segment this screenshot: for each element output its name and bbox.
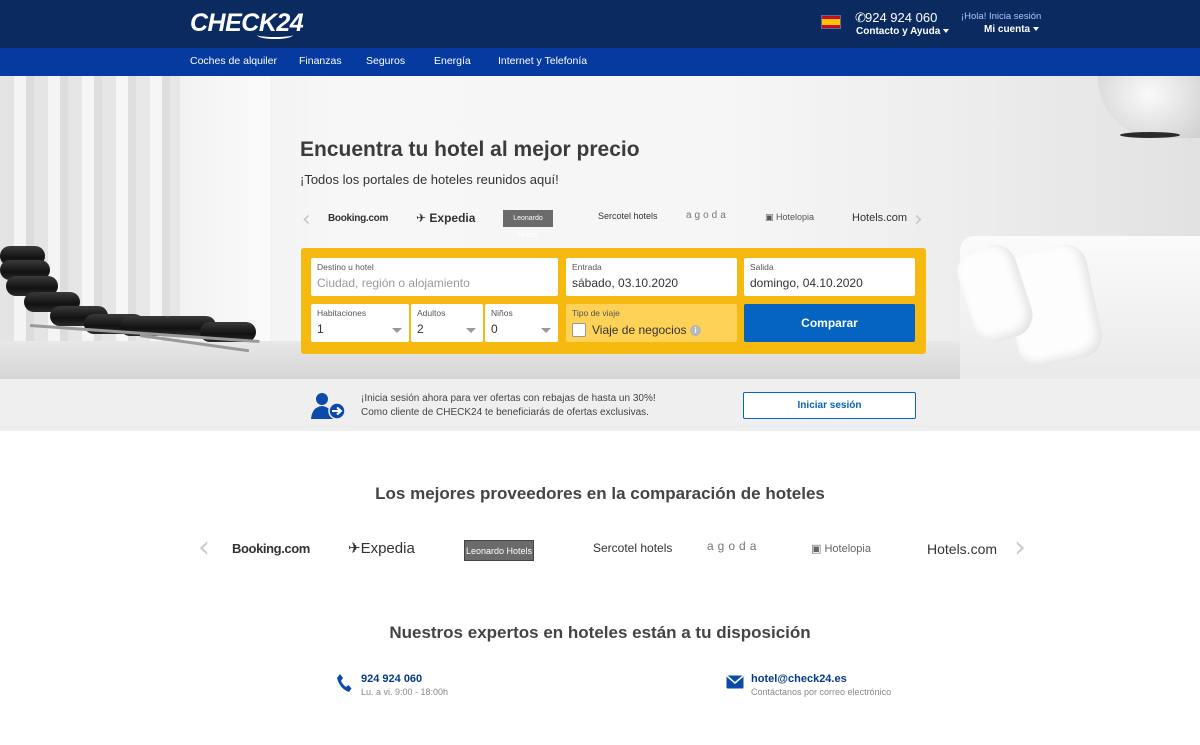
login-promo-bar: ¡Inicia sesión ahora para ver ofertas co… — [0, 379, 1200, 431]
login-button[interactable]: Iniciar sesión — [743, 392, 916, 419]
brand-sercotel: Sercotel hotels — [598, 211, 658, 221]
top-header: CHECK24 ✆924 924 060 Contacto y Ayuda ¡H… — [0, 0, 1200, 48]
destination-input[interactable]: Ciudad, región o alojamiento — [317, 276, 470, 290]
main-nav: Coches de alquiler Finanzas Seguros Ener… — [0, 48, 1200, 76]
header-phone[interactable]: ✆924 924 060 — [855, 10, 937, 26]
contact-help-menu[interactable]: Contacto y Ayuda — [856, 26, 950, 37]
rooms-label: Habitaciones — [317, 308, 367, 318]
header-phone-number: 924 924 060 — [865, 10, 938, 25]
experts-title: Nuestros expertos en hoteles están a tu … — [389, 623, 811, 642]
provider-hotels-com: Hotels.com — [927, 541, 998, 557]
hotelopia-icon: ▣ — [765, 212, 774, 222]
my-account-label: Mi cuenta — [984, 24, 1031, 35]
brand-booking: Booking.com — [328, 213, 389, 224]
logo-swoosh — [257, 31, 293, 39]
brand-hotelopia-label: Hotelopia — [776, 212, 815, 222]
spain-flag-icon[interactable] — [821, 15, 841, 29]
provider-hotelopia: ▣ Hotelopia — [811, 542, 871, 555]
hotel-search-panel: Destino u hotel Ciudad, región o alojami… — [301, 248, 926, 354]
chevron-left-icon[interactable]: ‹ — [302, 207, 311, 232]
email-icon — [726, 675, 744, 689]
business-trip-label[interactable]: Viaje de negocios — [592, 323, 687, 337]
destination-field[interactable]: Destino u hotel Ciudad, región o alojami… — [311, 258, 558, 296]
checkin-date-field[interactable]: Entrada sábado, 03.10.2020 — [566, 258, 737, 296]
provider-sercotel: Sercotel hotels — [593, 541, 673, 555]
nav-item-internet-phone[interactable]: Internet y Telefonía — [498, 55, 587, 67]
expert-phone-number[interactable]: 924 924 060 — [361, 673, 521, 685]
expert-email-sub: Contáctanos por correo electrónico — [751, 687, 892, 697]
provider-leonardo: Leonardo Hotels — [464, 540, 534, 561]
chevron-down-icon — [541, 328, 551, 333]
hero-section: Encuentra tu hotel al mejor precio ¡Todo… — [0, 76, 1200, 379]
adults-select[interactable]: Adultos 2 — [411, 304, 483, 342]
expedia-plane-icon: ✈ — [416, 211, 427, 225]
chevron-down-icon — [1033, 27, 1040, 32]
login-greeting-link[interactable]: ¡Hola! Inicia sesión — [961, 11, 1041, 22]
brand-leonardo: Leonardo Hotels — [503, 210, 553, 239]
provider-agoda: agoda — [707, 539, 761, 553]
adults-value: 2 — [417, 322, 424, 336]
login-promo-line2: Como cliente de CHECK24 te beneficiarás … — [361, 407, 649, 418]
rooms-value: 1 — [317, 322, 324, 336]
trip-type-label: Tipo de viaje — [572, 308, 620, 318]
expert-phone-hours: Lu. a vi. 9:00 - 18:00h — [361, 687, 449, 697]
provider-expedia: ✈Expedia — [348, 539, 415, 557]
user-login-icon — [311, 393, 346, 420]
rooms-select[interactable]: Habitaciones 1 — [311, 304, 409, 342]
children-label: Niños — [491, 308, 513, 318]
children-value: 0 — [491, 322, 498, 336]
compare-button[interactable]: Comparar — [744, 304, 915, 342]
brand-expedia-label: Expedia — [429, 211, 476, 225]
login-promo-line1: ¡Inicia sesión ahora para ver ofertas co… — [361, 393, 656, 404]
providers-title: Los mejores proveedores en la comparació… — [375, 484, 825, 503]
phone-icon: ✆ — [855, 10, 866, 25]
lounge-chair-decor — [0, 236, 280, 376]
checkin-value[interactable]: sábado, 03.10.2020 — [572, 276, 678, 290]
brand-agoda: agoda — [686, 210, 729, 221]
expedia-plane-icon: ✈ — [348, 540, 361, 557]
chevron-right-icon[interactable]: › — [1014, 530, 1026, 565]
hero-title: Encuentra tu hotel al mejor precio — [300, 138, 640, 161]
destination-label: Destino u hotel — [317, 262, 374, 272]
chevron-down-icon — [466, 328, 476, 333]
my-account-menu[interactable]: Mi cuenta — [984, 24, 1040, 35]
children-select[interactable]: Niños 0 — [485, 304, 558, 342]
nav-item-energy[interactable]: Energía — [434, 55, 471, 67]
info-icon[interactable]: i — [690, 325, 701, 336]
login-promo-text: ¡Inicia sesión ahora para ver ofertas co… — [361, 392, 656, 420]
chevron-right-icon[interactable]: › — [914, 207, 923, 232]
hero-subtitle: ¡Todos los portales de hoteles reunidos … — [300, 172, 559, 187]
brand-hotels-com: Hotels.com — [852, 212, 908, 224]
hotelopia-icon: ▣ — [811, 543, 822, 555]
chevron-down-icon — [392, 328, 402, 333]
checkout-label: Salida — [750, 262, 774, 272]
nav-item-finance[interactable]: Finanzas — [299, 55, 342, 67]
nav-item-insurance[interactable]: Seguros — [366, 55, 405, 67]
provider-hotelopia-label: Hotelopia — [824, 543, 871, 555]
lamp-decor — [1098, 76, 1200, 138]
trip-type-field: Tipo de viaje Viaje de negocios i — [566, 304, 737, 342]
adults-label: Adultos — [417, 308, 446, 318]
checkin-label: Entrada — [572, 262, 602, 272]
checkout-value[interactable]: domingo, 04.10.2020 — [750, 276, 863, 290]
lamp-rim-decor — [1120, 132, 1180, 138]
provider-booking: Booking.com — [232, 541, 310, 556]
checkout-date-field[interactable]: Salida domingo, 04.10.2020 — [744, 258, 915, 296]
provider-expedia-label: Expedia — [360, 540, 415, 557]
chevron-down-icon — [943, 29, 950, 34]
chevron-left-icon[interactable]: ‹ — [198, 530, 210, 565]
expert-email[interactable]: hotel@check24.es — [751, 673, 951, 685]
nav-item-car-rental[interactable]: Coches de alquiler — [190, 55, 277, 67]
brand-hotelopia: ▣ Hotelopia — [765, 212, 814, 223]
contact-help-label: Contacto y Ayuda — [856, 26, 941, 37]
phone-icon — [337, 674, 352, 692]
brand-expedia: ✈ Expedia — [416, 211, 475, 225]
business-trip-checkbox[interactable] — [572, 323, 586, 337]
